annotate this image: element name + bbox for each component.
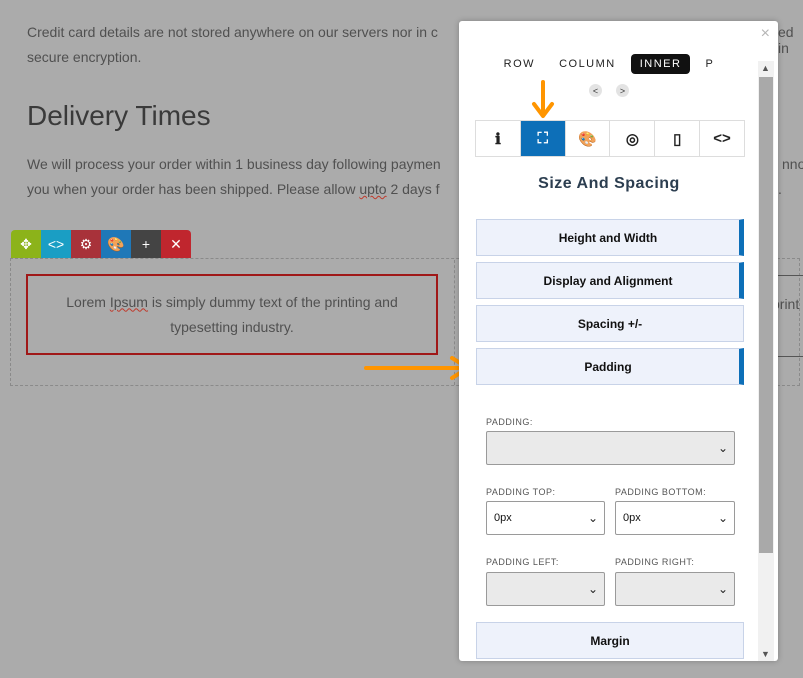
tab-mobile[interactable]: ▯ <box>655 121 701 156</box>
breadcrumb: ROW COLUMN INNER P <box>459 54 759 74</box>
chevron-down-icon: ⌄ <box>587 511 598 525</box>
close-icon: ✕ <box>170 235 182 252</box>
element-toolbar: ✥ <> ⚙ 🎨 + ✕ <box>11 230 191 258</box>
spacing-icon: ⛶ <box>537 130 548 147</box>
lorem-a: Lorem <box>66 293 110 310</box>
accordion-spacing[interactable]: Spacing +/- <box>476 305 744 342</box>
next-button[interactable]: > <box>616 84 629 97</box>
tab-info[interactable]: ℹ <box>476 121 521 156</box>
padding-left-select[interactable]: ⌄ <box>486 572 605 606</box>
para1-line2: secure encryption. <box>27 49 142 65</box>
crumb-p[interactable]: P <box>696 54 723 74</box>
move-icon: ✥ <box>20 235 32 252</box>
plus-button[interactable]: + <box>131 230 161 258</box>
padding-right-select[interactable]: ⌄ <box>615 572 735 606</box>
para2-line2-a: you when your order has been shipped. Pl… <box>27 181 360 197</box>
palette-icon: 🎨 <box>578 130 597 148</box>
panel-tabs: ℹ ⛶ 🎨 ◎ ▯ <> <box>475 120 745 157</box>
chevron-down-icon: ⌄ <box>587 582 598 596</box>
para2-line2-b: 2 days f <box>386 181 440 197</box>
crumb-nav: < > <box>459 84 759 97</box>
padding-label: PADDING: <box>486 417 533 427</box>
padding-bottom-label: PADDING BOTTOM: <box>615 487 707 497</box>
code-icon: <> <box>713 130 731 147</box>
accordion-padding[interactable]: Padding <box>476 348 744 385</box>
crumb-inner[interactable]: INNER <box>630 54 691 74</box>
gear-button[interactable]: ⚙ <box>71 230 101 258</box>
scroll-thumb[interactable] <box>759 77 773 553</box>
tab-code[interactable]: <> <box>700 121 744 156</box>
aperture-icon: ◎ <box>625 130 639 148</box>
scroll-down-icon[interactable]: ▼ <box>761 649 770 659</box>
panel-scrollbar[interactable]: ▲ ▼ <box>758 61 774 661</box>
para1-line1: Credit card details are not stored anywh… <box>27 24 438 40</box>
para2-right-fragment2: . <box>778 181 782 197</box>
close-button[interactable]: ✕ <box>161 230 191 258</box>
selected-text-block[interactable]: Lorem Ipsum is simply dummy text of the … <box>26 274 438 355</box>
settings-panel: × ROW COLUMN INNER P < > ℹ ⛶ 🎨 ◎ ▯ <> Size And S… <box>459 21 778 661</box>
padding-right-label: PADDING RIGHT: <box>615 557 695 567</box>
crumb-row[interactable]: ROW <box>495 54 544 74</box>
palette-button[interactable]: 🎨 <box>101 230 131 258</box>
payment-paragraph: Credit card details are not stored anywh… <box>27 20 467 70</box>
para2-line2: you when your order has been shipped. Pl… <box>27 177 467 202</box>
tab-aperture[interactable]: ◎ <box>610 121 656 156</box>
code-icon: <> <box>47 236 65 252</box>
annotation-arrow-down-icon <box>532 80 554 118</box>
lorem-text: Lorem Ipsum is simply dummy text of the … <box>48 290 416 340</box>
para1-right-fragment: ed in <box>778 24 794 56</box>
delivery-paragraph: We will process your order within 1 busi… <box>27 152 467 202</box>
prev-button[interactable]: < <box>589 84 602 97</box>
palette-icon: 🎨 <box>107 235 125 252</box>
tab-spacing[interactable]: ⛶ <box>520 121 566 156</box>
para2-line1: We will process your order within 1 busi… <box>27 156 441 172</box>
crumb-column[interactable]: COLUMN <box>550 54 625 74</box>
panel-title: Size And Spacing <box>538 175 680 192</box>
plus-icon: + <box>141 236 151 252</box>
scroll-up-icon[interactable]: ▲ <box>761 63 770 73</box>
padding-left-label: PADDING LEFT: <box>486 557 559 567</box>
tab-palette[interactable]: 🎨 <box>566 121 611 156</box>
padding-top-value: 0px <box>494 512 512 524</box>
accordion-margin[interactable]: Margin <box>476 622 744 659</box>
panel-close-button[interactable]: × <box>761 25 770 43</box>
lorem-misspelled: Ipsum <box>109 293 148 310</box>
chevron-down-icon: ⌄ <box>717 511 728 525</box>
code-button[interactable]: <> <box>41 230 71 258</box>
padding-bottom-value: 0px <box>623 512 641 524</box>
padding-select[interactable]: ⌄ <box>486 431 735 465</box>
move-button[interactable]: ✥ <box>11 230 41 258</box>
info-icon: ℹ <box>495 130 501 148</box>
accordion-display-alignment[interactable]: Display and Alignment <box>476 262 744 299</box>
padding-top-label: PADDING TOP: <box>486 487 556 497</box>
padding-top-select[interactable]: 0px ⌄ <box>486 501 605 535</box>
accordion-height-width[interactable]: Height and Width <box>476 219 744 256</box>
para2-right-fragment: nno <box>782 156 803 172</box>
lorem-b: is simply dummy text of the printing and… <box>147 293 398 335</box>
mobile-icon: ▯ <box>673 130 682 148</box>
gear-icon: ⚙ <box>79 235 93 252</box>
section-heading: Delivery Times <box>27 100 211 131</box>
chevron-down-icon: ⌄ <box>717 441 728 455</box>
chevron-down-icon: ⌄ <box>717 582 728 596</box>
misspelled-word: upto <box>359 181 387 197</box>
padding-bottom-select[interactable]: 0px ⌄ <box>615 501 735 535</box>
